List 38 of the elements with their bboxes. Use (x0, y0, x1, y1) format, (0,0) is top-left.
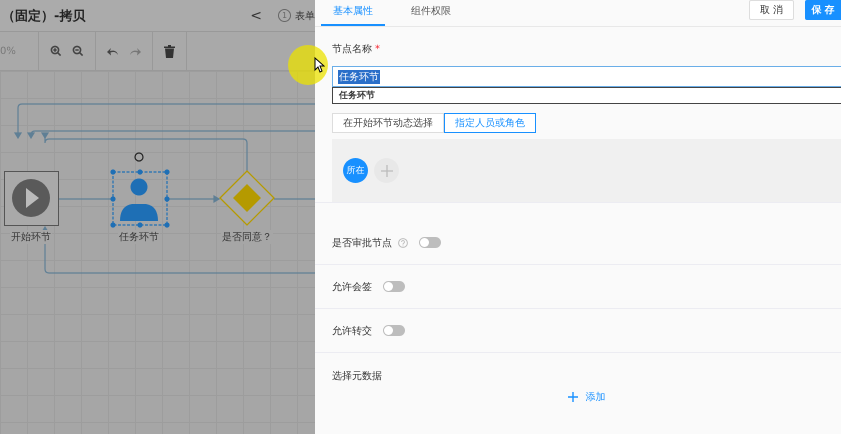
field-label: 节点名称 (332, 44, 372, 55)
field-label: 选择元数据 (332, 370, 383, 383)
zoom-out-icon[interactable] (72, 45, 84, 57)
zoom-in-icon[interactable] (50, 45, 62, 57)
field-label: 是否审批节点 (332, 236, 392, 250)
member-avatar[interactable]: 所在 (343, 158, 368, 183)
cancel-button[interactable]: 取 消 (749, 0, 794, 20)
tab[interactable]: 基本属性 (321, 0, 385, 26)
node-label: 是否同意？ (221, 230, 273, 244)
field-label: 允许会签 (332, 280, 372, 294)
step-label[interactable]: 表单 (295, 8, 315, 22)
node-label: 开始环节 (10, 230, 52, 244)
node-label: 任务环节 (118, 230, 160, 244)
required-mark: * (375, 44, 380, 55)
window-title: （固定）-拷贝 (2, 8, 86, 24)
back-button[interactable]: < (250, 8, 262, 24)
input-field[interactable]: 任务环节 (332, 66, 841, 87)
tab[interactable]: 组件权限 (399, 0, 463, 26)
toggle-switch[interactable] (383, 325, 405, 336)
toggle-switch[interactable] (419, 237, 441, 248)
start-node[interactable] (4, 171, 59, 226)
save-button[interactable]: 保 存 (805, 0, 841, 20)
redo-icon[interactable] (129, 46, 141, 56)
toggle-switch[interactable] (383, 281, 405, 292)
gateway-node[interactable] (219, 170, 275, 226)
plus-icon (380, 164, 392, 176)
field-label: 允许转交 (332, 324, 372, 338)
undo-icon[interactable] (107, 46, 119, 56)
step-number: 1 (278, 9, 291, 22)
suggestion-item[interactable]: 任务环节 (332, 87, 841, 104)
add-button[interactable]: 添加 (564, 387, 610, 407)
plus-icon (568, 392, 578, 402)
option-button[interactable]: 在开始环节动态选择 (332, 113, 444, 133)
user-task-node[interactable] (110, 169, 170, 228)
delete-icon[interactable] (164, 44, 175, 58)
option-button[interactable]: 指定人员或角色 (444, 113, 536, 133)
add-member-button[interactable] (374, 158, 399, 183)
rotate-icon[interactable] (134, 152, 144, 162)
